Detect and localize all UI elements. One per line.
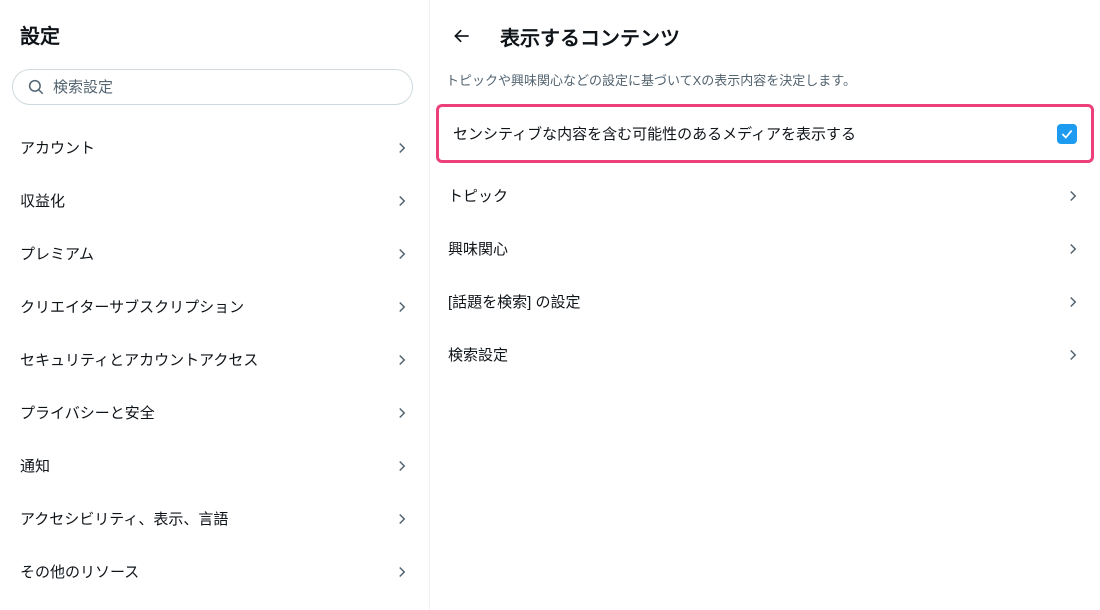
sidebar-item-label: 通知 [20, 455, 50, 476]
sidebar-item-account[interactable]: アカウント [0, 121, 429, 174]
main-item-interests[interactable]: 興味関心 [430, 222, 1100, 275]
main-item-label: 興味関心 [448, 238, 508, 259]
sensitive-media-checkbox[interactable] [1057, 124, 1077, 144]
main-item-label: [話題を検索] の設定 [448, 291, 581, 312]
sidebar-item-label: 収益化 [20, 190, 65, 211]
main-item-label: 検索設定 [448, 344, 508, 365]
chevron-right-icon [393, 139, 411, 157]
main-header: 表示するコンテンツ [430, 10, 1100, 64]
search-box[interactable] [12, 69, 413, 105]
settings-sidebar: 設定 アカウント 収益化 プレミアム [0, 0, 430, 610]
back-button[interactable] [444, 18, 480, 54]
search-icon [27, 78, 45, 96]
main-description: トピックや興味関心などの設定に基づいてXの表示内容を決定します。 [430, 64, 1100, 104]
main-panel: 表示するコンテンツ トピックや興味関心などの設定に基づいてXの表示内容を決定しま… [430, 0, 1100, 610]
sidebar-item-privacy[interactable]: プライバシーと安全 [0, 386, 429, 439]
chevron-right-icon [393, 192, 411, 210]
sidebar-item-creator-subs[interactable]: クリエイターサブスクリプション [0, 280, 429, 333]
sidebar-item-label: セキュリティとアカウントアクセス [20, 349, 258, 370]
sidebar-item-label: アクセシビリティ、表示、言語 [20, 508, 228, 529]
sidebar-item-other[interactable]: その他のリソース [0, 545, 429, 598]
chevron-right-icon [393, 245, 411, 263]
sidebar-list: アカウント 収益化 プレミアム クリエイターサブスクリプション セキュリティとア… [0, 121, 429, 598]
chevron-right-icon [393, 510, 411, 528]
main-title: 表示するコンテンツ [500, 22, 680, 51]
main-item-search-settings[interactable]: 検索設定 [430, 328, 1100, 381]
main-item-label: トピック [448, 185, 508, 206]
sidebar-item-accessibility[interactable]: アクセシビリティ、表示、言語 [0, 492, 429, 545]
search-container [0, 65, 429, 117]
chevron-right-icon [1064, 240, 1082, 258]
sidebar-item-security[interactable]: セキュリティとアカウントアクセス [0, 333, 429, 386]
sidebar-item-label: プライバシーと安全 [20, 402, 155, 423]
chevron-right-icon [1064, 187, 1082, 205]
page-title: 設定 [0, 12, 429, 65]
chevron-right-icon [393, 457, 411, 475]
search-input[interactable] [53, 79, 398, 96]
arrow-left-icon [452, 26, 472, 46]
sensitive-media-label: センシティブな内容を含む可能性のあるメディアを表示する [453, 123, 856, 144]
chevron-right-icon [393, 298, 411, 316]
sidebar-item-monetization[interactable]: 収益化 [0, 174, 429, 227]
chevron-right-icon [1064, 293, 1082, 311]
sensitive-media-setting[interactable]: センシティブな内容を含む可能性のあるメディアを表示する [436, 104, 1094, 163]
main-item-topics[interactable]: トピック [430, 169, 1100, 222]
chevron-right-icon [393, 351, 411, 369]
sidebar-item-label: クリエイターサブスクリプション [20, 296, 244, 317]
sidebar-item-notifications[interactable]: 通知 [0, 439, 429, 492]
check-icon [1060, 127, 1074, 141]
sidebar-item-label: アカウント [20, 137, 95, 158]
chevron-right-icon [393, 404, 411, 422]
chevron-right-icon [393, 563, 411, 581]
chevron-right-icon [1064, 346, 1082, 364]
sidebar-item-premium[interactable]: プレミアム [0, 227, 429, 280]
sidebar-item-label: その他のリソース [20, 561, 139, 582]
main-item-explore-settings[interactable]: [話題を検索] の設定 [430, 275, 1100, 328]
sidebar-item-label: プレミアム [20, 243, 94, 264]
